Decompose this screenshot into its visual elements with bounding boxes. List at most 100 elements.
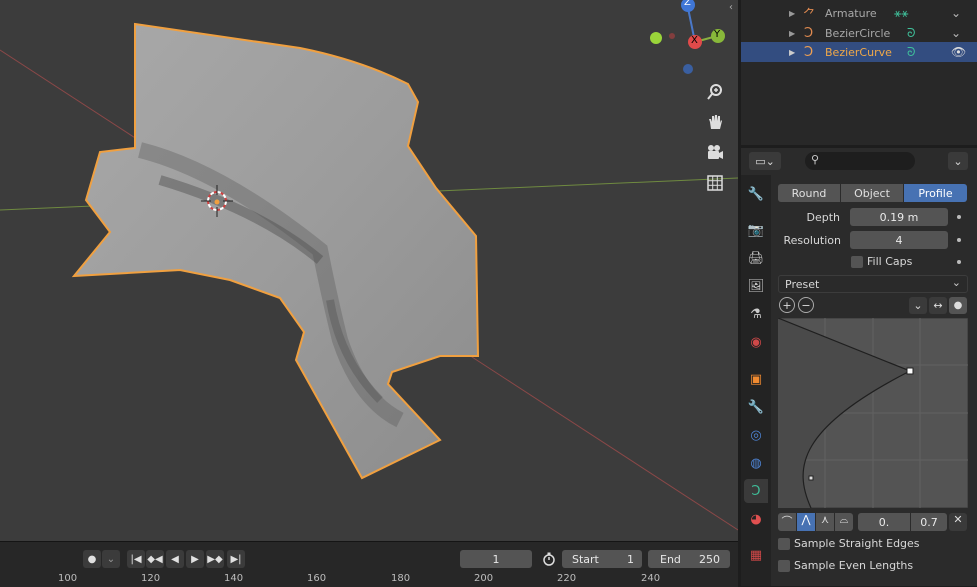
modifier-tab-icon[interactable]: 🔧 xyxy=(744,395,768,419)
play-reverse-icon[interactable]: ◀ xyxy=(166,550,184,568)
preset-dropdown[interactable]: Preset ⌄ xyxy=(778,275,968,293)
search-input[interactable]: ⚲ xyxy=(805,152,915,170)
search-icon: ⚲ xyxy=(811,153,820,166)
world-tab-icon[interactable]: ◉ xyxy=(744,330,768,354)
curve-data-icon: ᘐ xyxy=(907,25,916,40)
delete-point-icon[interactable]: ✕ xyxy=(949,513,967,531)
curve-object-icon: Ↄ xyxy=(804,44,814,60)
object-label: Object xyxy=(854,186,890,200)
end-frame-field[interactable]: End 250 xyxy=(648,550,730,568)
ruler-label: 180 xyxy=(391,573,411,584)
material-tab-icon[interactable]: ◕ xyxy=(744,507,768,531)
sidebar-toggle-icon[interactable]: ‹ xyxy=(729,2,738,16)
bevel-mode-profile-button[interactable]: Profile xyxy=(904,184,967,202)
prev-keyframe-icon[interactable]: ◆◀ xyxy=(146,550,164,568)
ruler-label: 120 xyxy=(141,573,161,584)
bezier-curve-mesh xyxy=(71,22,480,480)
tool-tab-icon[interactable]: 🔧 xyxy=(744,182,768,206)
fill-caps-checkbox[interactable] xyxy=(851,256,863,268)
chevron-down-icon[interactable]: ⌄ xyxy=(951,26,961,40)
ruler-label: 200 xyxy=(474,573,494,584)
curve-data-tab-icon[interactable]: Ↄ xyxy=(744,479,768,503)
zoom-out-icon[interactable]: − xyxy=(798,297,814,313)
view-layer-tab-icon[interactable]: 🖼 xyxy=(744,274,768,298)
armature-data-icon: ⚹⚹ xyxy=(894,5,909,20)
handle-type-bar: ⌒ ⋀ ⋏ ⌓ 0. 0.7 ✕ xyxy=(778,513,968,531)
render-tab-icon[interactable]: 📷 xyxy=(744,218,768,242)
round-label: Round xyxy=(791,186,827,200)
outliner-item-label: BezierCurve xyxy=(825,45,892,59)
current-frame-field[interactable]: 1 xyxy=(460,550,532,568)
animate-fill-caps-dot-icon[interactable] xyxy=(957,260,961,264)
play-icon[interactable]: ▶ xyxy=(186,550,204,568)
scene-tab-icon[interactable]: ⚗ xyxy=(744,302,768,326)
ruler-label: 160 xyxy=(307,573,327,584)
resolution-field[interactable]: 4 xyxy=(850,231,948,249)
handle-vector-icon[interactable]: ⋀ xyxy=(797,513,815,531)
output-tab-icon[interactable]: 🖨 xyxy=(744,246,768,270)
pan-hand-icon[interactable] xyxy=(701,108,729,136)
resolution-label: Resolution xyxy=(783,234,841,247)
profile-curve-widget[interactable] xyxy=(778,318,968,508)
start-value: 1 xyxy=(627,552,634,566)
timeline-ruler[interactable]: 100 120 140 160 180 200 220 240 xyxy=(0,573,738,587)
armature-icon: ⺈ xyxy=(803,7,817,23)
gizmo-x-label[interactable]: X xyxy=(691,35,698,46)
bevel-mode-round-button[interactable]: Round xyxy=(778,184,840,202)
bevel-mode-object-button[interactable]: Object xyxy=(841,184,903,202)
stopwatch-icon[interactable] xyxy=(540,550,558,568)
clip-toggle-icon[interactable]: ● xyxy=(949,297,967,314)
outliner-item-beziercircle[interactable]: ▶ Ↄ BezierCircle ᘐ ⌄ xyxy=(741,23,977,43)
jump-end-icon[interactable]: ▶| xyxy=(227,550,245,568)
curve-object-icon: Ↄ xyxy=(804,25,814,41)
properties-editor: ▭⌄ ⚲ ⌄ 🔧 📷 🖨 🖼 ⚗ ◉ ▣ 🔧 ◎ ◍ Ↄ ◕ ▦ Round O… xyxy=(741,148,977,586)
fill-caps-label: Fill Caps xyxy=(867,255,913,268)
texture-tab-icon[interactable]: ▦ xyxy=(744,543,768,567)
gizmo-y-label[interactable]: Y xyxy=(714,29,720,40)
point-x-field[interactable]: 0. xyxy=(858,513,910,531)
expand-arrow-icon[interactable]: ▶ xyxy=(789,9,795,18)
ruler-label: 240 xyxy=(641,573,661,584)
expand-arrow-icon[interactable]: ▶ xyxy=(789,48,795,57)
outliner-item-label: BezierCircle xyxy=(825,26,891,40)
sample-even-lengths-label: Sample Even Lengths xyxy=(794,559,914,572)
sample-even-lengths-checkbox[interactable] xyxy=(778,560,790,572)
depth-field[interactable]: 0.19 m xyxy=(850,208,948,226)
camera-icon[interactable] xyxy=(701,139,729,167)
editor-type-dropdown[interactable]: ▭⌄ xyxy=(749,152,781,170)
current-frame-value: 1 xyxy=(492,552,500,566)
outliner-item-armature[interactable]: ▶ ⺈ Armature ⚹⚹ ⌄ xyxy=(741,3,977,23)
reverse-path-icon[interactable]: ↔ xyxy=(929,297,947,314)
grid-perspective-icon[interactable] xyxy=(701,169,729,197)
curve-tools-dropdown[interactable]: ⌄ xyxy=(909,297,927,314)
gizmo-z-label: Z xyxy=(684,0,691,8)
jump-start-icon[interactable]: |◀ xyxy=(127,550,145,568)
handle-free-icon[interactable]: ⋏ xyxy=(816,513,834,531)
keying-dropdown[interactable]: ⌄ xyxy=(102,550,120,568)
next-keyframe-icon[interactable]: ▶◆ xyxy=(206,550,224,568)
chevron-down-icon: ⌄ xyxy=(951,276,961,289)
animate-depth-dot-icon[interactable] xyxy=(957,215,961,219)
outliner-item-beziercurve[interactable]: ▶ Ↄ BezierCurve ᘐ 👁 xyxy=(741,42,977,62)
keyframe-record-icon[interactable]: ● xyxy=(83,550,101,568)
end-label: End xyxy=(660,552,681,566)
animate-resolution-dot-icon[interactable] xyxy=(957,238,961,242)
zoom-icon[interactable] xyxy=(701,78,729,106)
eye-icon[interactable]: 👁 xyxy=(951,45,966,59)
sample-straight-edges-label: Sample Straight Edges xyxy=(794,537,920,550)
object-tab-icon[interactable]: ▣ xyxy=(744,367,768,391)
chevron-down-icon[interactable]: ⌄ xyxy=(951,6,961,20)
zoom-in-icon[interactable]: + xyxy=(779,297,795,313)
expand-arrow-icon[interactable]: ▶ xyxy=(789,29,795,38)
depth-label: Depth xyxy=(806,211,840,224)
particles-tab-icon[interactable]: ◎ xyxy=(744,423,768,447)
handle-aligned-icon[interactable]: ⌓ xyxy=(835,513,853,531)
3d-viewport[interactable]: Z X Y ‹ xyxy=(0,0,738,541)
start-frame-field[interactable]: Start 1 xyxy=(562,550,642,568)
handle-auto-icon[interactable]: ⌒ xyxy=(778,513,796,531)
point-y-field[interactable]: 0.7 xyxy=(911,513,947,531)
outliner: ▶ ⺈ Armature ⚹⚹ ⌄ ▶ Ↄ BezierCircle ᘐ ⌄ ▶… xyxy=(741,0,977,145)
options-dropdown[interactable]: ⌄ xyxy=(948,152,968,170)
sample-straight-edges-checkbox[interactable] xyxy=(778,538,790,550)
physics-tab-icon[interactable]: ◍ xyxy=(744,451,768,475)
